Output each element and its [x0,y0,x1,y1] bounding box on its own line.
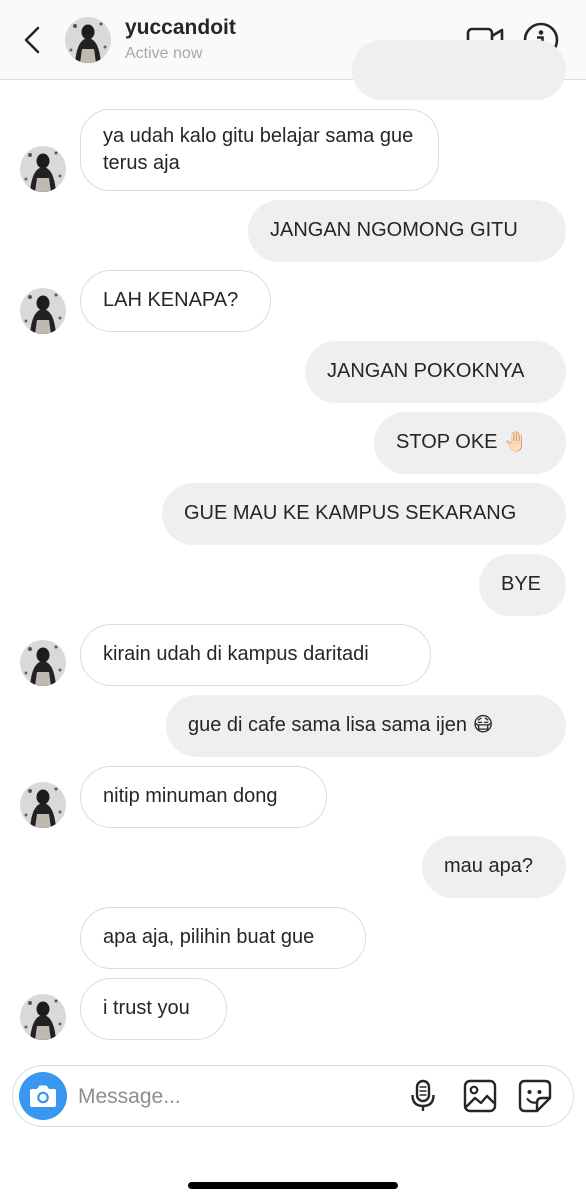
message-bubble-incoming[interactable]: i trust you [80,978,227,1040]
message-composer [12,1065,574,1127]
avatar-image [65,17,111,63]
sticker-button[interactable] [517,1078,553,1114]
message-bubble-incoming[interactable]: LAH KENAPA? [80,270,271,332]
header-avatar[interactable] [65,17,111,63]
message-bubble-partial [352,40,566,100]
avatar-image [20,640,66,686]
message-bubble-outgoing[interactable]: mau apa? [422,836,566,898]
message-bubble-outgoing[interactable]: STOP OKE 🤚🏻 [374,412,566,474]
message-bubble-outgoing[interactable]: GUE MAU KE KAMPUS SEKARANG [162,483,566,545]
avatar-image [20,146,66,192]
message-bubble-outgoing[interactable]: gue di cafe sama lisa sama ijen 😷 [166,695,566,757]
back-button[interactable] [14,22,50,58]
sender-avatar[interactable] [20,994,66,1040]
message-bubble-outgoing[interactable]: BYE [479,554,566,616]
chevron-left-icon [24,26,40,54]
message-bubble-incoming[interactable]: nitip minuman dong [80,766,327,828]
message-input[interactable] [76,1078,380,1116]
microphone-icon [411,1079,435,1111]
contact-username[interactable]: yuccandoit [125,16,236,40]
message-bubble-incoming[interactable]: kirain udah di kampus daritadi [80,624,431,686]
sender-avatar[interactable] [20,146,66,192]
voice-message-button[interactable] [405,1078,441,1114]
sender-avatar[interactable] [20,288,66,334]
active-status: Active now [125,45,203,62]
avatar-image [20,994,66,1040]
sticker-icon [518,1079,552,1113]
avatar-image [20,288,66,334]
sender-avatar[interactable] [20,640,66,686]
image-icon [463,1079,497,1113]
home-indicator [188,1182,398,1189]
gallery-button[interactable] [462,1078,498,1114]
message-bubble-incoming[interactable]: apa aja, pilihin buat gue [80,907,366,969]
camera-button[interactable] [19,1072,67,1120]
camera-icon [30,1085,56,1107]
sender-avatar[interactable] [20,782,66,828]
avatar-image [20,782,66,828]
message-bubble-outgoing[interactable]: JANGAN POKOKNYA [305,341,566,403]
message-bubble-outgoing[interactable]: JANGAN NGOMONG GITU [248,200,566,262]
message-bubble-incoming[interactable]: ya udah kalo gitu belajar sama gue terus… [80,109,439,191]
